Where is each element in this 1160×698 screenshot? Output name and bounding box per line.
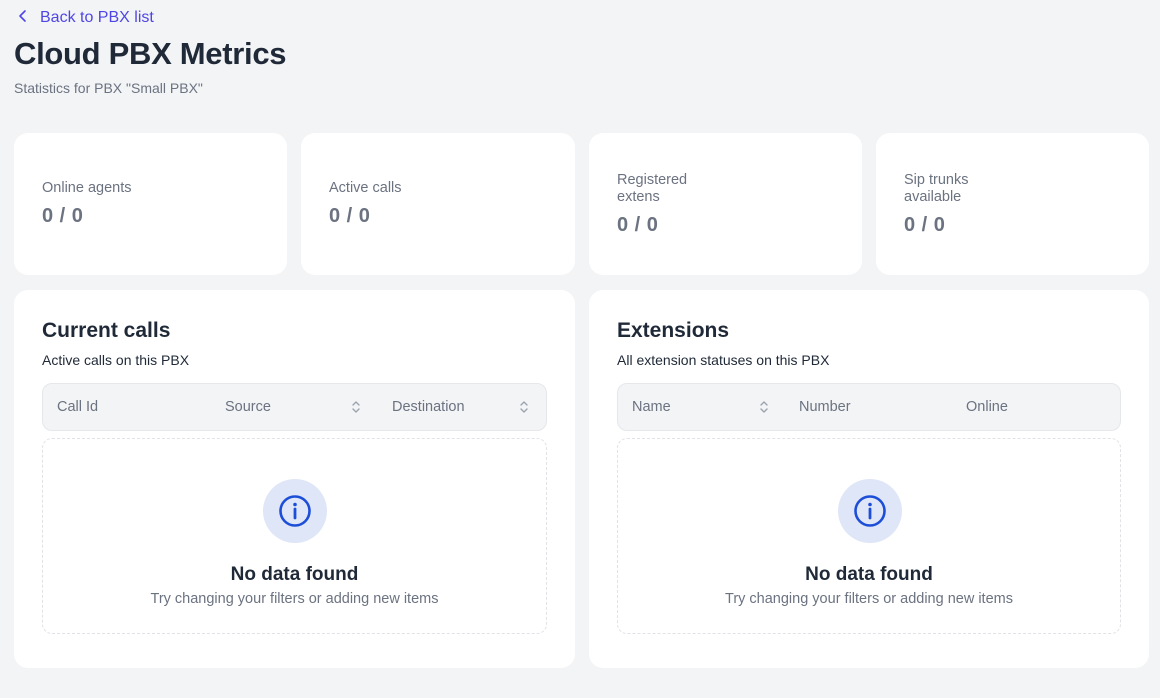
stat-value: 0 / 0	[42, 205, 84, 227]
table-header: Call Id Source Destination	[42, 383, 547, 431]
empty-text: Try changing your filters or adding new …	[150, 591, 439, 607]
panel-subtitle: All extension statuses on this PBX	[617, 352, 830, 368]
stat-card-sip-trunks: Sip trunks available 0 / 0	[876, 133, 1149, 275]
empty-state: No data found Try changing your filters …	[617, 438, 1121, 634]
info-icon	[838, 479, 902, 543]
column-header-number[interactable]: Number	[799, 384, 851, 430]
stat-value: 0 / 0	[617, 214, 659, 236]
page: Back to PBX list Cloud PBX Metrics Stati…	[0, 0, 1160, 698]
current-calls-panel: Current calls Active calls on this PBX C…	[14, 290, 575, 668]
page-title: Cloud PBX Metrics	[14, 36, 287, 71]
stat-label: Online agents	[42, 180, 132, 196]
column-header-destination[interactable]: Destination	[392, 384, 465, 430]
info-icon	[263, 479, 327, 543]
empty-state: No data found Try changing your filters …	[42, 438, 547, 634]
panel-subtitle: Active calls on this PBX	[42, 352, 190, 368]
stat-value: 0 / 0	[904, 214, 946, 236]
sort-updown-icon[interactable]	[518, 399, 530, 415]
sort-updown-icon[interactable]	[350, 399, 362, 415]
extensions-panel: Extensions All extension statuses on thi…	[589, 290, 1149, 668]
sort-updown-icon[interactable]	[758, 399, 770, 415]
stat-card-active-calls: Active calls 0 / 0	[301, 133, 575, 275]
stat-label: Sip trunks available	[904, 172, 969, 205]
column-header-online[interactable]: Online	[966, 384, 1008, 430]
back-to-pbx-list-link[interactable]: Back to PBX list	[16, 8, 154, 28]
column-header-call-id[interactable]: Call Id	[57, 384, 98, 430]
chevron-left-icon	[16, 9, 30, 28]
column-header-name[interactable]: Name	[632, 384, 671, 430]
page-subtitle: Statistics for PBX "Small PBX"	[14, 80, 203, 96]
stat-card-online-agents: Online agents 0 / 0	[14, 133, 287, 275]
stat-label: Registered extens	[617, 172, 688, 205]
stat-label: Active calls	[329, 180, 402, 196]
back-link-label[interactable]: Back to PBX list	[40, 9, 154, 27]
empty-text: Try changing your filters or adding new …	[725, 591, 1013, 607]
stat-card-registered-extens: Registered extens 0 / 0	[589, 133, 862, 275]
empty-title: No data found	[230, 564, 359, 585]
column-header-source[interactable]: Source	[225, 384, 271, 430]
panel-title: Current calls	[42, 319, 171, 342]
panel-title: Extensions	[617, 319, 730, 342]
stat-value: 0 / 0	[329, 205, 371, 227]
table-header: Name Number Online	[617, 383, 1121, 431]
empty-title: No data found	[805, 564, 933, 585]
